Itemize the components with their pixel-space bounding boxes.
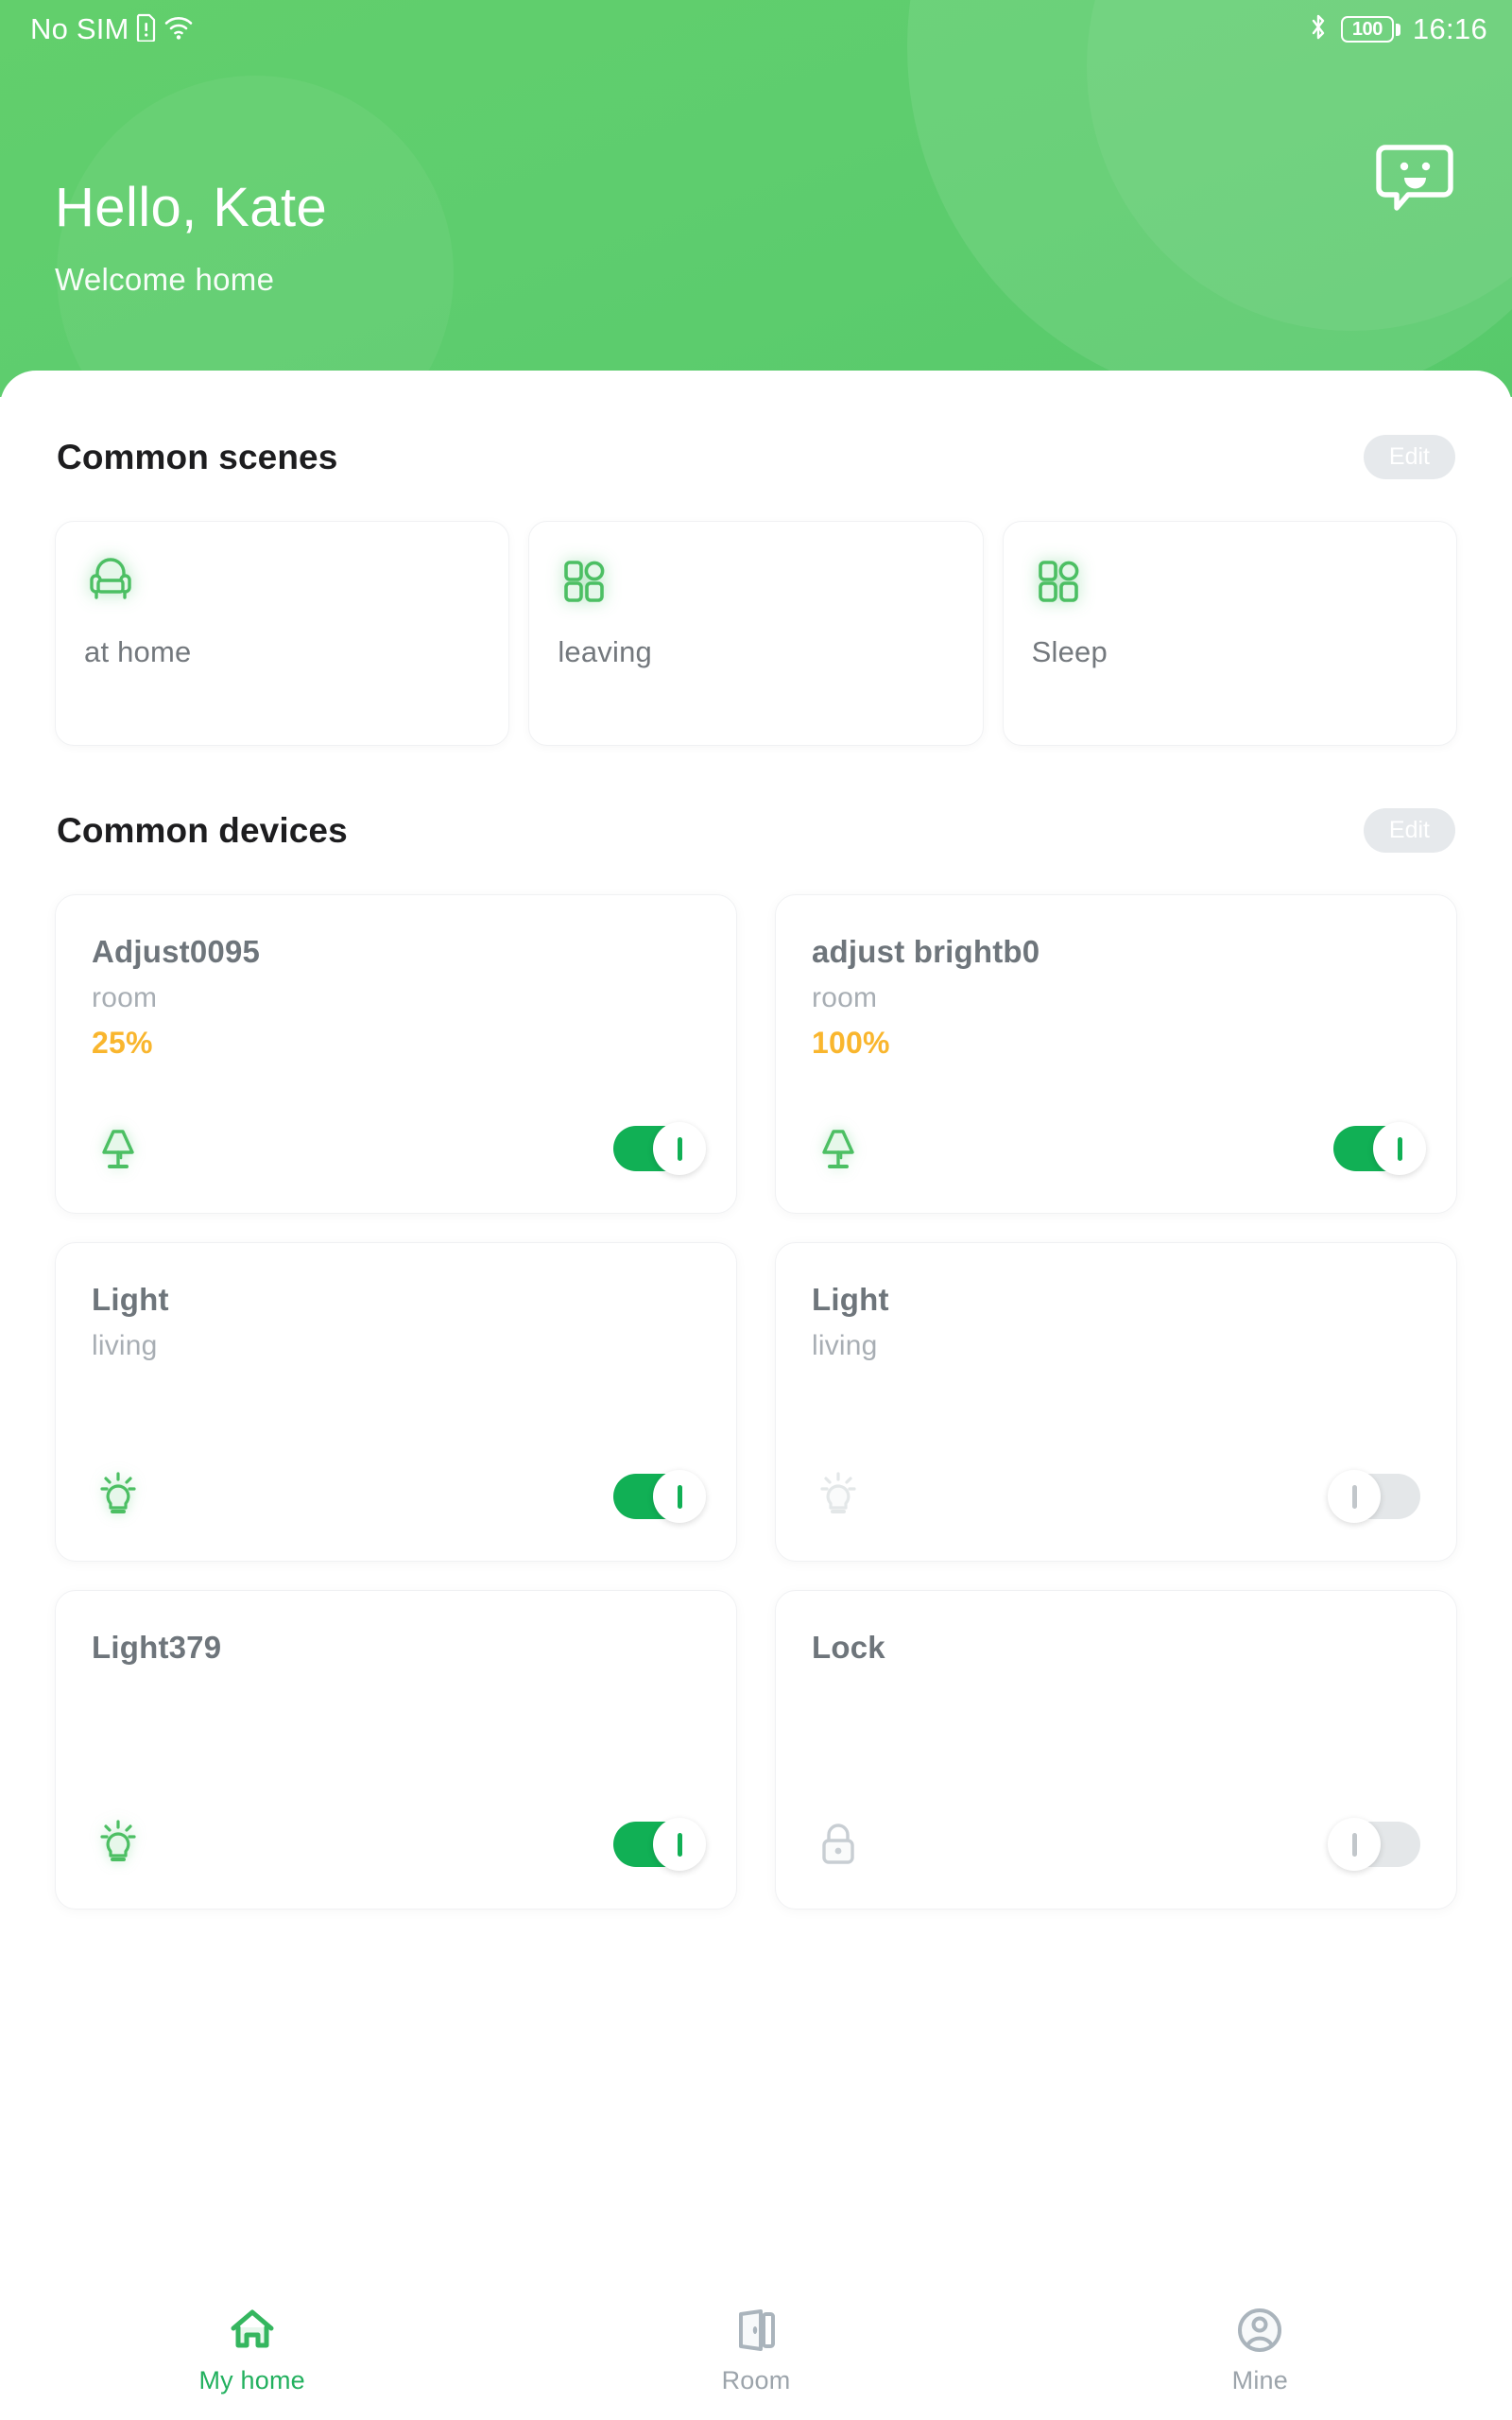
- nav-label: My home: [198, 2365, 305, 2394]
- device-brightness: 100%: [812, 1026, 890, 1061]
- scene-label: leaving: [558, 635, 652, 668]
- scene-card-sleep[interactable]: Sleep: [1002, 521, 1457, 746]
- device-room: room: [812, 982, 878, 1014]
- device-name: Light: [92, 1282, 169, 1317]
- scenes-section-header: Common scenes Edit: [0, 435, 1512, 479]
- device-power-toggle[interactable]: [613, 1818, 706, 1871]
- device-name: Adjust0095: [92, 934, 261, 969]
- lock-icon: [812, 1818, 865, 1871]
- greeting-subtitle: Welcome home: [55, 261, 275, 297]
- armchair-icon: [84, 554, 137, 607]
- devices-section-title: Common devices: [57, 810, 348, 850]
- clock-label: 16:16: [1412, 12, 1487, 45]
- scenes-section-title: Common scenes: [57, 437, 338, 476]
- device-power-toggle[interactable]: [1328, 1470, 1420, 1523]
- device-card[interactable]: Light living: [55, 1242, 737, 1562]
- device-card[interactable]: Lock: [775, 1590, 1457, 1910]
- scene-label: at home: [84, 635, 192, 668]
- scenes-edit-button[interactable]: Edit: [1363, 435, 1455, 479]
- device-card-footer: [92, 1470, 706, 1523]
- device-card[interactable]: Light379: [55, 1590, 737, 1910]
- devices-grid: Adjust0095 room 25% adjust brightb0 room…: [0, 894, 1512, 1910]
- device-brightness: 25%: [92, 1026, 153, 1061]
- app-root: No SIM 100 16:16 Hello, Kate Welcome hom…: [0, 0, 1512, 2420]
- greeting-block: Hello, Kate Welcome home: [55, 177, 328, 298]
- device-card[interactable]: Adjust0095 room 25%: [55, 894, 737, 1214]
- device-card-footer: [812, 1818, 1420, 1871]
- device-power-toggle[interactable]: [1333, 1122, 1426, 1175]
- device-card-footer: [812, 1122, 1426, 1175]
- device-card-footer: [812, 1470, 1420, 1523]
- table-lamp-icon: [812, 1122, 865, 1175]
- home-icon: [228, 2306, 277, 2355]
- status-bar: No SIM 100 16:16: [0, 0, 1512, 59]
- grid-scene-icon: [558, 554, 610, 607]
- grid-scene-icon: [1032, 554, 1085, 607]
- light-bulb-icon: [92, 1470, 145, 1523]
- scenes-row: at home leaving Sleep: [0, 521, 1512, 746]
- sim-card-alert-icon: [136, 13, 157, 46]
- chat-smiley-icon[interactable]: [1376, 140, 1453, 216]
- carrier-label: No SIM: [30, 12, 129, 45]
- battery-full-icon: 100: [1340, 16, 1400, 43]
- nav-label: Mine: [1231, 2365, 1288, 2394]
- device-room: living: [92, 1330, 158, 1362]
- device-card[interactable]: Light living: [775, 1242, 1457, 1562]
- device-card-footer: [92, 1818, 706, 1871]
- greeting-title: Hello, Kate: [55, 177, 328, 238]
- nav-item-my-home[interactable]: My home: [0, 2306, 504, 2395]
- devices-section-header: Common devices Edit: [0, 808, 1512, 853]
- device-name: Light379: [92, 1630, 222, 1665]
- light-bulb-icon: [92, 1818, 145, 1871]
- device-power-toggle[interactable]: [613, 1470, 706, 1523]
- door-icon: [731, 2306, 781, 2355]
- device-power-toggle[interactable]: [613, 1122, 706, 1175]
- wifi-icon: [163, 14, 194, 45]
- device-card[interactable]: adjust brightb0 room 100%: [775, 894, 1457, 1214]
- scene-label: Sleep: [1031, 635, 1108, 668]
- nav-label: Room: [721, 2365, 791, 2394]
- device-power-toggle[interactable]: [1328, 1818, 1420, 1871]
- scene-card-at-home[interactable]: at home: [55, 521, 510, 746]
- devices-edit-button[interactable]: Edit: [1363, 808, 1455, 853]
- device-card-footer: [92, 1122, 706, 1175]
- app-header: No SIM 100 16:16 Hello, Kate Welcome hom…: [0, 0, 1512, 397]
- person-circle-icon: [1235, 2306, 1284, 2355]
- status-bar-right: 100 16:16: [1308, 12, 1487, 47]
- device-room: living: [812, 1330, 878, 1362]
- battery-level-label: 100: [1351, 19, 1383, 40]
- device-name: Light: [812, 1282, 889, 1317]
- device-room: room: [92, 982, 158, 1014]
- status-bar-left: No SIM: [30, 12, 194, 46]
- light-bulb-icon: [812, 1470, 865, 1523]
- content-sheet: Common scenes Edit at home leaving Sleep…: [0, 371, 1512, 2420]
- bluetooth-icon: [1308, 12, 1329, 47]
- table-lamp-icon: [92, 1122, 145, 1175]
- device-name: adjust brightb0: [812, 934, 1040, 969]
- scene-card-leaving[interactable]: leaving: [528, 521, 984, 746]
- bottom-navigation: My home Room Mine: [0, 2280, 1512, 2420]
- nav-item-room[interactable]: Room: [504, 2306, 1007, 2395]
- scroll-fade-overlay: [0, 2245, 1512, 2283]
- nav-item-mine[interactable]: Mine: [1008, 2306, 1512, 2395]
- device-name: Lock: [812, 1630, 885, 1665]
